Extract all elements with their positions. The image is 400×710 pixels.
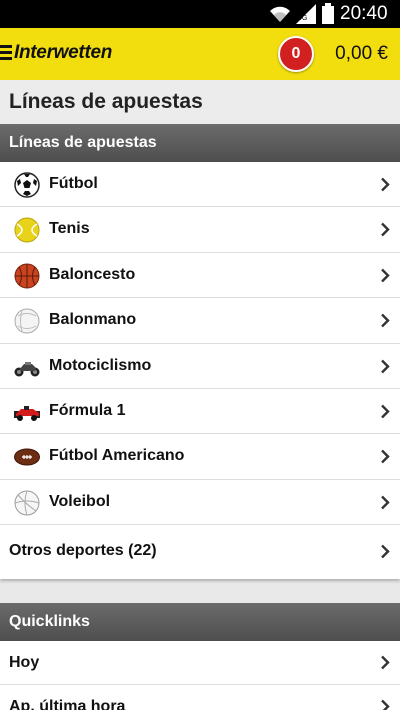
list-item-label: Fórmula 1 — [49, 401, 126, 419]
section-header-lineas: Líneas de apuestas — [0, 124, 400, 162]
chevron-right-icon — [381, 313, 390, 328]
chevron-right-icon — [381, 449, 390, 464]
list-item-tenis[interactable]: Tenis — [0, 207, 400, 253]
list-item-label: Balonmano — [49, 311, 137, 329]
motorcycle-icon — [14, 361, 40, 377]
list-item-otros-deportes[interactable]: Otros deportes (22) — [0, 525, 400, 579]
quicklinks-list: Hoy Ap. última hora — [0, 641, 400, 710]
battery-icon — [322, 3, 334, 24]
section-title: Líneas de apuestas — [9, 134, 157, 151]
chevron-right-icon — [381, 359, 390, 373]
list-item-label: Fútbol Americano — [49, 447, 185, 465]
chevron-right-icon — [381, 544, 390, 559]
list-item-label: Otros deportes (22) — [9, 542, 157, 560]
wifi-icon — [270, 6, 290, 22]
list-item-motociclismo[interactable]: Motociclismo — [0, 344, 400, 389]
brand-logo[interactable]: Interwetten — [14, 42, 112, 64]
american-football-icon — [14, 448, 40, 466]
list-item-futbol[interactable]: Fútbol — [0, 162, 400, 208]
list-item-label: Baloncesto — [49, 265, 136, 283]
chevron-right-icon — [381, 655, 390, 670]
signal-icon: 4G — [296, 4, 316, 24]
sports-list: Fútbol Tenis Baloncesto Balonmano Motoci… — [0, 162, 400, 580]
account-balance[interactable]: 0,00 € — [335, 43, 388, 65]
list-item-label: Motociclismo — [49, 356, 152, 374]
tennis-ball-icon — [14, 217, 40, 243]
clock: 20:40 — [340, 3, 388, 24]
app-header: Interwetten 0 0,00 € — [0, 28, 400, 80]
chevron-right-icon — [381, 177, 390, 192]
volleyball-icon — [14, 490, 40, 516]
chevron-right-icon — [381, 699, 390, 710]
list-item-ultima-hora[interactable]: Ap. última hora — [0, 685, 400, 710]
page-title-bar: Líneas de apuestas — [0, 80, 400, 124]
list-item-label: Fútbol — [49, 175, 98, 192]
list-item-balonmano[interactable]: Balonmano — [0, 298, 400, 344]
list-item-label: Ap. última hora — [9, 698, 126, 710]
list-item-formula-1[interactable]: Fórmula 1 — [0, 389, 400, 435]
formula1-car-icon — [14, 405, 40, 421]
status-bar: 4G 20:40 — [0, 0, 400, 28]
page-title: Líneas de apuestas — [9, 90, 203, 113]
list-item-hoy[interactable]: Hoy — [0, 641, 400, 685]
chevron-right-icon — [381, 495, 390, 510]
chevron-right-icon — [381, 404, 390, 419]
list-item-label: Voleibol — [49, 492, 111, 510]
svg-text:4G: 4G — [298, 15, 307, 22]
bet-slip-badge[interactable]: 0 — [278, 36, 314, 72]
list-item-label: Tenis — [49, 220, 90, 238]
section-title: Quicklinks — [9, 613, 90, 630]
handball-icon — [14, 308, 40, 334]
list-item-futbol-americano[interactable]: Fútbol Americano — [0, 434, 400, 480]
chevron-right-icon — [381, 268, 390, 283]
list-item-voleibol[interactable]: Voleibol — [0, 480, 400, 526]
list-item-label: Hoy — [9, 654, 40, 671]
menu-icon[interactable] — [0, 45, 12, 61]
soccer-ball-icon — [14, 172, 40, 198]
chevron-right-icon — [381, 223, 390, 237]
basketball-icon — [14, 263, 40, 289]
list-item-baloncesto[interactable]: Baloncesto — [0, 253, 400, 299]
section-header-quicklinks: Quicklinks — [0, 603, 400, 641]
